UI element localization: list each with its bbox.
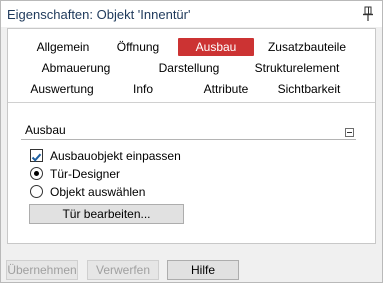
- tab-oeffnung[interactable]: Öffnung: [111, 38, 165, 56]
- radio-door-designer-label: Tür-Designer: [50, 167, 121, 181]
- checkmark-icon: [31, 153, 42, 162]
- fit-checkbox[interactable]: [30, 149, 43, 162]
- tab-info[interactable]: Info: [130, 80, 156, 98]
- group-title: Ausbau: [25, 123, 66, 137]
- edit-door-button[interactable]: Tür bearbeiten...: [29, 204, 184, 224]
- tab-ausbau[interactable]: Ausbau: [178, 38, 254, 56]
- collapse-icon[interactable]: [345, 128, 354, 137]
- tab-auswertung[interactable]: Auswertung: [28, 80, 96, 98]
- ausbau-group: Ausbau Ausbauobjekt einpassen Tür-Design…: [21, 120, 356, 215]
- tab-attribute[interactable]: Attribute: [198, 80, 254, 98]
- tab-zusatzbauteile[interactable]: Zusatzbauteile: [264, 38, 350, 56]
- tab-abmauerung[interactable]: Abmauerung: [38, 59, 114, 77]
- properties-panel: Allgemein Öffnung Ausbau Zusatzbauteile …: [7, 28, 376, 244]
- discard-button[interactable]: Verwerfen: [87, 260, 159, 280]
- help-button[interactable]: Hilfe: [167, 260, 239, 280]
- radio-select-object-row[interactable]: Objekt auswählen: [30, 183, 270, 201]
- tab-allgemein[interactable]: Allgemein: [33, 38, 93, 56]
- window-title: Eigenschaften: Objekt 'Innentür': [7, 7, 191, 22]
- fit-checkbox-row[interactable]: Ausbauobjekt einpassen: [30, 147, 270, 165]
- radio-door-designer-row[interactable]: Tür-Designer: [30, 165, 270, 183]
- fit-checkbox-label: Ausbauobjekt einpassen: [50, 149, 181, 163]
- tab-divider: [8, 102, 375, 103]
- radio-select-object-label: Objekt auswählen: [50, 185, 146, 199]
- apply-button[interactable]: Übernehmen: [6, 260, 78, 280]
- tab-sichtbarkeit[interactable]: Sichtbarkeit: [276, 80, 342, 98]
- group-header: Ausbau: [21, 120, 356, 140]
- properties-window: Eigenschaften: Objekt 'Innentür' Allgeme…: [0, 0, 383, 283]
- pin-icon[interactable]: [362, 6, 374, 22]
- radio-select-object[interactable]: [30, 185, 43, 198]
- radio-door-designer[interactable]: [30, 167, 43, 180]
- tab-darstellung[interactable]: Darstellung: [154, 59, 224, 77]
- title-bar: Eigenschaften: Objekt 'Innentür': [1, 1, 382, 27]
- tab-strukturelement[interactable]: Strukturelement: [252, 59, 342, 77]
